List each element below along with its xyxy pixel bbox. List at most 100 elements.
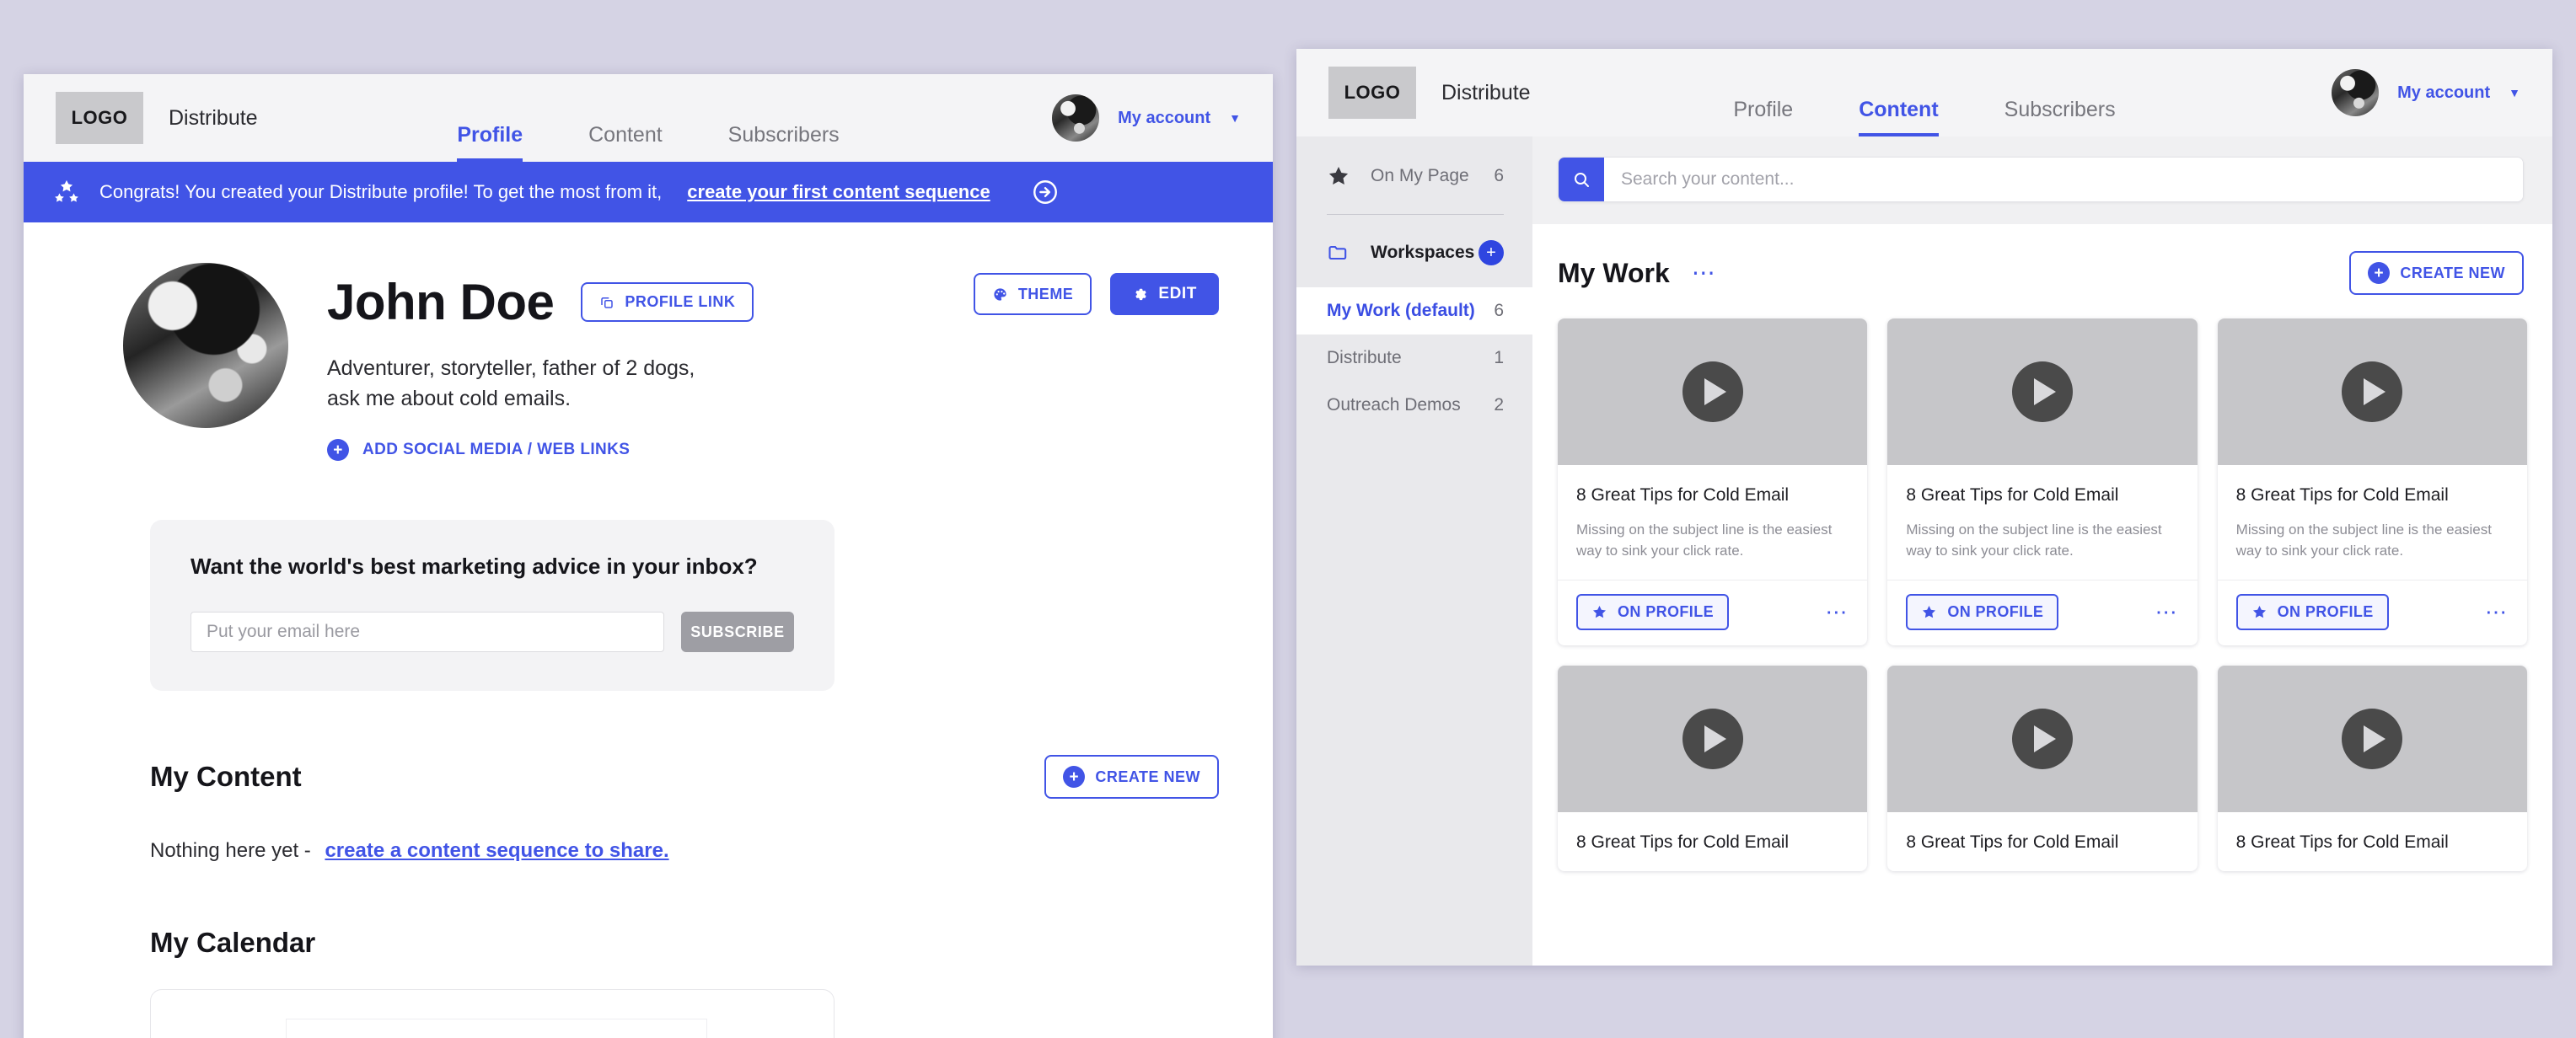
- logo[interactable]: LOGO: [1328, 67, 1416, 119]
- content-grid: 8 Great Tips for Cold Email Missing on t…: [1532, 295, 2552, 872]
- subscribe-button[interactable]: SUBSCRIBE: [681, 612, 794, 652]
- logo[interactable]: LOGO: [56, 92, 143, 144]
- my-calendar-card: Select a Date & Time: [150, 989, 835, 1038]
- arrow-right-circle-icon[interactable]: [1031, 178, 1060, 206]
- card-footer: ON PROFILE ⋯: [1558, 580, 1868, 645]
- profile-body: John Doe PROFILE LINK Adventurer, storyt…: [24, 222, 1273, 1038]
- tab-content[interactable]: Content: [588, 123, 663, 162]
- add-social-links-label: ADD SOCIAL MEDIA / WEB LINKS: [362, 441, 631, 458]
- my-content-header: My Content + CREATE NEW: [150, 755, 1219, 799]
- card-body: 8 Great Tips for Cold Email Missing on t…: [1887, 465, 2197, 580]
- play-icon: [1682, 361, 1743, 422]
- palette-icon: [992, 286, 1008, 302]
- play-icon: [1682, 709, 1743, 770]
- on-profile-label: ON PROFILE: [1947, 603, 2044, 621]
- theme-button[interactable]: THEME: [973, 273, 1092, 315]
- card-thumbnail[interactable]: [2217, 666, 2527, 813]
- profile-link-label: PROFILE LINK: [625, 293, 736, 310]
- subscribe-title: Want the world's best marketing advice i…: [191, 554, 758, 579]
- profile-bio: Adventurer, storyteller, father of 2 dog…: [327, 356, 695, 410]
- create-new-button-left[interactable]: + CREATE NEW: [1044, 755, 1219, 799]
- card-body: 8 Great Tips for Cold Email: [2218, 812, 2527, 871]
- calendar-picker[interactable]: Select a Date & Time: [286, 1019, 707, 1038]
- create-new-button-right[interactable]: + CREATE NEW: [2349, 251, 2524, 295]
- search-input[interactable]: [1604, 158, 2523, 201]
- card-title: 8 Great Tips for Cold Email: [1906, 832, 2119, 853]
- card-title: 8 Great Tips for Cold Email: [1576, 832, 1790, 853]
- banner-cta-link[interactable]: create your first content sequence: [687, 181, 990, 203]
- on-profile-badge[interactable]: ON PROFILE: [2235, 594, 2389, 631]
- sidebar-item-on-my-page[interactable]: On My Page 6: [1296, 142, 1532, 211]
- folder-icon: [1327, 241, 1352, 265]
- my-content-empty-state: Nothing here yet - create a content sequ…: [150, 839, 1273, 863]
- tab-profile[interactable]: Profile: [1733, 98, 1793, 136]
- card-thumbnail[interactable]: [1558, 666, 1868, 813]
- name-row: John Doe PROFILE LINK: [327, 273, 754, 331]
- card-body: 8 Great Tips for Cold Email: [1558, 812, 1867, 871]
- profile-details: John Doe PROFILE LINK Adventurer, storyt…: [327, 263, 754, 461]
- card-thumbnail[interactable]: [1887, 666, 2198, 813]
- tab-subscribers[interactable]: Subscribers: [2004, 98, 2116, 136]
- account-menu[interactable]: My account ▼: [1052, 94, 1241, 142]
- subscribe-form: SUBSCRIBE: [191, 612, 794, 652]
- sidebar-item-distribute[interactable]: Distribute 1: [1296, 334, 1532, 382]
- card-description: Missing on the subject line is the easie…: [2235, 522, 2492, 559]
- content-card[interactable]: 8 Great Tips for Cold Email Missing on t…: [1887, 318, 2198, 646]
- workspace-label: Outreach Demos: [1327, 395, 1461, 415]
- edit-button-label: EDIT: [1158, 285, 1197, 302]
- workspace-count: 6: [1494, 301, 1504, 320]
- banner-text: Congrats! You created your Distribute pr…: [99, 181, 663, 202]
- on-profile-badge[interactable]: ON PROFILE: [1906, 594, 2059, 631]
- star-icon: [1327, 164, 1352, 188]
- tab-subscribers[interactable]: Subscribers: [728, 123, 840, 162]
- create-sequence-link[interactable]: create a content sequence to share.: [325, 839, 668, 862]
- plus-circle-icon: +: [1063, 766, 1086, 788]
- sidebar-item-outreach-demos[interactable]: Outreach Demos 2: [1296, 382, 1532, 429]
- brand-name: Distribute: [1441, 80, 1531, 104]
- copy-link-icon: [599, 295, 614, 310]
- profile-actions: THEME EDIT: [973, 273, 1219, 315]
- work-area: My Work ⋯ + CREATE NEW: [1532, 136, 2552, 966]
- card-thumbnail[interactable]: [2217, 318, 2527, 465]
- card-thumbnail[interactable]: [1887, 318, 2198, 465]
- on-profile-badge[interactable]: ON PROFILE: [1576, 594, 1730, 631]
- card-thumbnail[interactable]: [1558, 318, 1868, 465]
- star-icon: [2251, 604, 2267, 620]
- card-body: 8 Great Tips for Cold Email Missing on t…: [1558, 465, 1867, 580]
- account-label: My account: [2397, 83, 2491, 102]
- profile-link-button[interactable]: PROFILE LINK: [581, 282, 754, 322]
- chevron-down-icon: ▼: [1229, 111, 1241, 125]
- card-body: 8 Great Tips for Cold Email Missing on t…: [2218, 465, 2527, 580]
- ellipsis-icon[interactable]: ⋯: [1825, 601, 1849, 623]
- search-button[interactable]: [1559, 158, 1604, 201]
- ellipsis-icon[interactable]: ⋯: [2485, 601, 2509, 623]
- star-icon: [1921, 604, 1937, 620]
- create-new-label: CREATE NEW: [1095, 768, 1200, 785]
- content-card[interactable]: 8 Great Tips for Cold Email: [1887, 666, 2198, 872]
- add-workspace-button[interactable]: +: [1479, 240, 1504, 265]
- subscribe-card: Want the world's best marketing advice i…: [150, 520, 835, 691]
- account-label: My account: [1118, 108, 1211, 127]
- account-menu[interactable]: My account ▼: [2332, 69, 2520, 116]
- profile-header: John Doe PROFILE LINK Adventurer, storyt…: [24, 251, 1273, 461]
- avatar: [2332, 69, 2380, 116]
- tab-content[interactable]: Content: [1859, 98, 1939, 136]
- ellipsis-icon[interactable]: ⋯: [2155, 601, 2179, 623]
- onboarding-banner: Congrats! You created your Distribute pr…: [24, 162, 1273, 222]
- card-title: 8 Great Tips for Cold Email: [1576, 485, 1790, 505]
- edit-button[interactable]: EDIT: [1110, 273, 1219, 315]
- plus-circle-icon: +: [327, 439, 349, 461]
- content-card[interactable]: 8 Great Tips for Cold Email: [1558, 666, 1868, 872]
- sidebar-item-my-work[interactable]: My Work (default) 6: [1296, 287, 1532, 334]
- on-profile-label: ON PROFILE: [1618, 603, 1715, 621]
- workspace-label: My Work (default): [1327, 301, 1475, 320]
- content-card[interactable]: 8 Great Tips for Cold Email Missing on t…: [1558, 318, 1868, 646]
- tab-profile[interactable]: Profile: [457, 123, 523, 162]
- my-content-title: My Content: [150, 761, 302, 792]
- plus-circle-icon: +: [2368, 262, 2391, 284]
- content-card[interactable]: 8 Great Tips for Cold Email: [2217, 666, 2527, 872]
- email-field[interactable]: [191, 612, 664, 652]
- add-social-links-button[interactable]: + ADD SOCIAL MEDIA / WEB LINKS: [327, 439, 630, 461]
- content-card[interactable]: 8 Great Tips for Cold Email Missing on t…: [2217, 318, 2527, 646]
- ellipsis-icon[interactable]: ⋯: [1692, 261, 1717, 285]
